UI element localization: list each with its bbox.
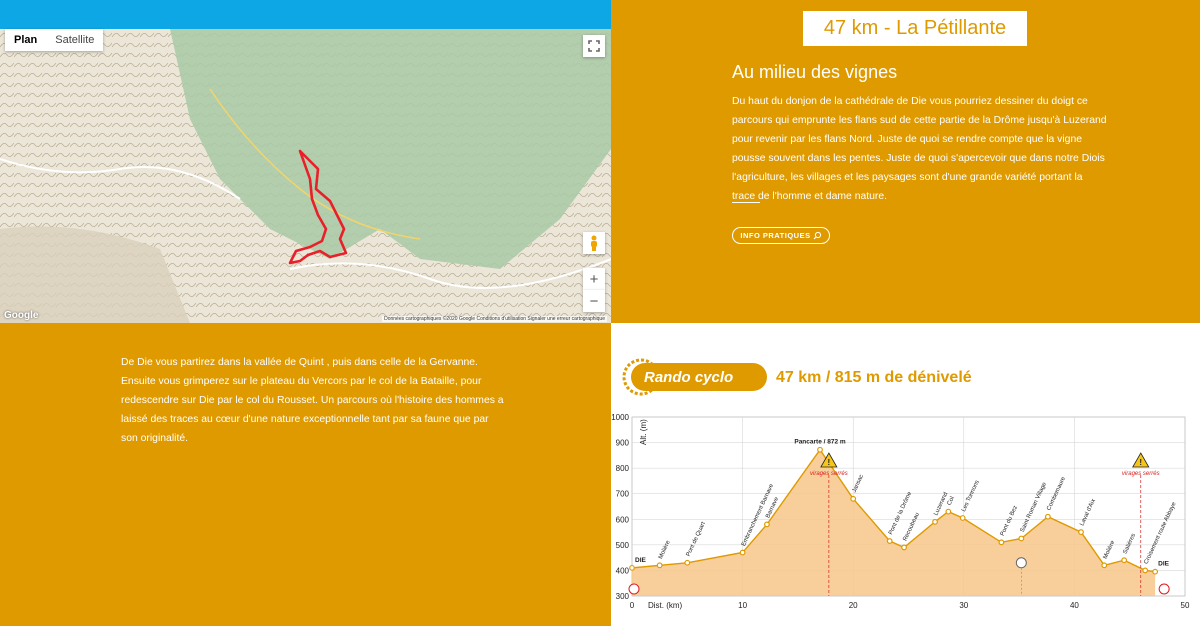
waypoint-label: DIE — [635, 557, 647, 564]
waypoint-marker — [1152, 568, 1159, 575]
warning-label: virages serrés — [1122, 471, 1160, 477]
x-axis-label: Dist. (km) — [648, 601, 683, 610]
x-tick-label: 50 — [1181, 601, 1190, 610]
y-tick-label: 800 — [616, 464, 630, 473]
route-title: 47 km - La Pétillante — [803, 11, 1027, 46]
warning-icon-mark: ! — [1139, 458, 1142, 467]
waypoint-marker — [1121, 557, 1128, 564]
y-tick-label: 600 — [616, 515, 630, 524]
fullscreen-icon[interactable] — [583, 35, 605, 57]
route-story-panel: De Die vous partirez dans la vallée de Q… — [0, 323, 611, 626]
y-axis-label: Alt. (m) — [639, 419, 648, 445]
elevation-chart: 300 400 500 600 700 800 900 1000 0 10 20 30 40 50 Dist… — [611, 413, 1190, 610]
warning-label: virages serrés — [810, 471, 848, 477]
waypoint-label: Pancarte / 872 m — [794, 439, 846, 446]
map-tab-plan[interactable]: Plan — [5, 29, 46, 51]
route-info-panel: 47 km - La Pétillante Au milieu des vign… — [611, 0, 1200, 323]
info-pratiques-button[interactable]: INFO PRATIQUES — [732, 227, 830, 244]
waypoint-marker — [1078, 529, 1084, 535]
elevation-profile: Rando cyclo 47 km / 815 m de dénivelé 30… — [611, 323, 1200, 626]
route-story-text: De Die vous partirez dans la vallée de Q… — [121, 357, 504, 445]
y-tick-label: 300 — [616, 592, 630, 601]
map[interactable]: Plan Satellite + − Google Données cartog… — [0, 0, 611, 323]
waypoint-marker — [1044, 513, 1051, 520]
divider — [732, 202, 760, 203]
waypoint-label: DIE — [1158, 561, 1170, 568]
route-subtitle: Au milieu des vignes — [732, 62, 898, 82]
map-attribution[interactable]: Données cartographiques ©2020 Google Con… — [382, 316, 607, 322]
info-button-label: INFO PRATIQUES — [740, 231, 811, 240]
y-tick-label: 1000 — [611, 413, 629, 422]
x-tick-label: 20 — [849, 601, 858, 610]
waypoint-marker — [629, 564, 635, 571]
zoom-out-button[interactable]: − — [583, 290, 605, 312]
zoom-in-button[interactable]: + — [583, 268, 605, 290]
waypoint-marker — [1101, 562, 1108, 569]
warning-icon-mark: ! — [828, 458, 831, 467]
waypoint-marker — [1142, 567, 1149, 574]
y-tick-label: 700 — [616, 490, 630, 499]
map-canvas[interactable] — [0, 29, 611, 323]
first-aid-icon — [628, 583, 640, 595]
x-tick-label: 0 — [630, 601, 635, 610]
waypoint-marker — [901, 544, 907, 551]
x-tick-label: 40 — [1070, 601, 1079, 610]
waypoint-marker — [1018, 535, 1025, 542]
y-tick-label: 500 — [616, 541, 630, 550]
x-tick-label: 10 — [738, 601, 747, 610]
search-icon — [813, 231, 821, 240]
refuel-icon — [1015, 557, 1027, 569]
pegman-icon[interactable] — [583, 232, 605, 254]
waypoint-marker — [998, 539, 1005, 546]
first-aid-icon — [1158, 583, 1170, 595]
y-tick-label: 400 — [616, 566, 630, 575]
map-type-control: Plan Satellite — [5, 29, 104, 51]
waypoint-marker — [886, 538, 893, 544]
google-logo: Google — [4, 310, 39, 321]
map-header-bar — [0, 0, 611, 29]
waypoint-marker — [850, 495, 857, 502]
y-tick-label: 900 — [616, 439, 630, 448]
waypoint-marker — [817, 446, 823, 453]
map-tab-satellite[interactable]: Satellite — [46, 29, 103, 51]
x-tick-label: 30 — [959, 601, 968, 610]
waypoint-marker — [959, 515, 966, 521]
waypoint-marker — [656, 562, 663, 569]
waypoint-marker — [739, 549, 746, 556]
route-description: Du haut du donjon de la cathédrale de Di… — [732, 96, 1107, 203]
waypoint-marker — [932, 518, 938, 525]
waypoint-marker — [764, 521, 770, 528]
waypoint-marker — [684, 559, 691, 566]
waypoint-marker — [945, 508, 952, 515]
